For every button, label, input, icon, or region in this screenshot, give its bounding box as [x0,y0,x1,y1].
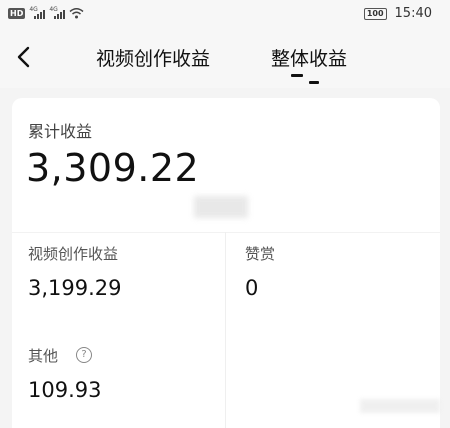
wifi-icon [69,8,84,19]
appreciation-label: 赞赏 [245,245,276,263]
total-earnings-label: 累计收益 [28,122,93,141]
tab-total-earnings-label: 整体收益 [271,48,348,70]
question-circle-icon[interactable]: ? [76,347,92,363]
hd-icon: HD [8,7,26,19]
status-icons-right: 100 15:40 [363,6,432,21]
other-earnings-value: 109.93 [28,378,102,402]
clock: 15:40 [394,6,432,21]
status-icons-left: HD 4G 4G [8,6,84,19]
active-tab-indicator [291,74,303,77]
video-earnings-label: 视频创作收益 [28,245,119,263]
tab-video-earnings[interactable]: 视频创作收益 [96,44,210,71]
active-tab-indicator [309,81,319,84]
other-earnings-label: 其他 [28,347,59,365]
status-bar: HD 4G 4G 100 15:40 [0,0,450,30]
watermark [360,399,440,413]
signal-icon: 4G [29,6,46,19]
battery-icon: 100 [363,7,387,20]
video-earnings-value: 3,199.29 [28,276,122,300]
tab-total-earnings[interactable]: 整体收益 [271,44,348,84]
divider [225,232,226,428]
header: 视频创作收益 整体收益 [0,30,450,88]
earnings-card: 累计收益 3,309.22 视频创作收益 3,199.29 赞赏 0 其他 ? … [12,98,440,428]
blurred-region [194,196,248,218]
total-earnings-value: 3,309.22 [26,146,200,190]
signal-icon: 4G [49,6,66,19]
appreciation-value: 0 [245,276,259,300]
divider [12,232,440,233]
back-chevron-icon[interactable] [10,42,40,72]
